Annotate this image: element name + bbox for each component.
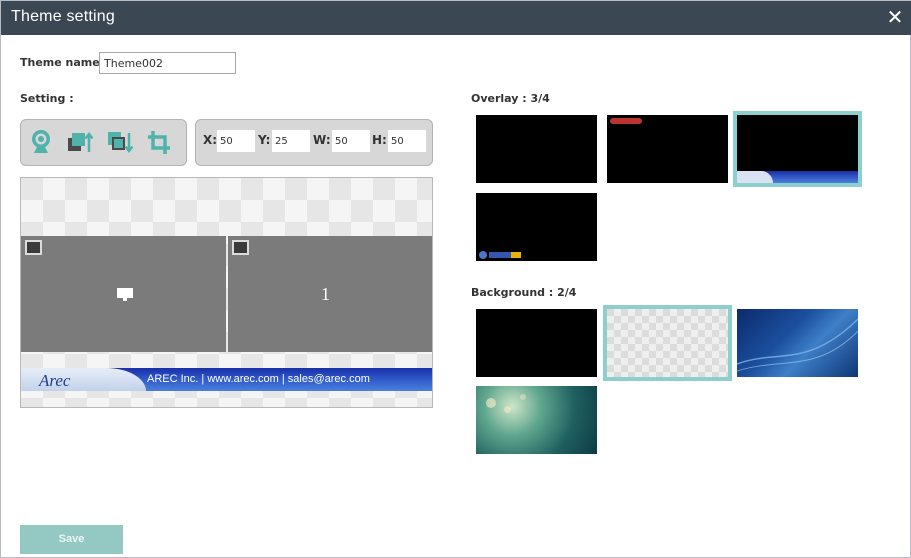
overlay-thumb-3[interactable] — [733, 111, 862, 187]
y-label: Y: — [258, 133, 271, 147]
theme-setting-dialog: Theme setting ✕ Theme name : Setting : — [0, 0, 911, 558]
background-thumb-2[interactable] — [603, 305, 732, 381]
arec-logo: Arec — [39, 371, 71, 390]
w-label: W: — [313, 133, 331, 147]
background-thumb-1[interactable] — [476, 309, 597, 377]
x-input[interactable] — [217, 130, 255, 152]
overlay-thumb-2[interactable] — [607, 115, 728, 183]
preview-window-1[interactable] — [21, 236, 226, 352]
layer-toolbox — [20, 119, 187, 166]
window-handle-icon[interactable] — [232, 240, 249, 255]
close-icon[interactable]: ✕ — [884, 6, 906, 28]
theme-name-label: Theme name : — [20, 56, 108, 69]
window-number: 1 — [321, 284, 330, 304]
overlay-thumb-4[interactable] — [476, 193, 597, 261]
background-thumb-4[interactable] — [476, 386, 597, 454]
window-handle-icon[interactable] — [25, 240, 42, 255]
overlay-thumb-1[interactable] — [476, 115, 597, 183]
footer-contact-text: AREC Inc. | www.arec.com | sales@arec.co… — [147, 373, 370, 385]
overlay-label: Overlay : 3/4 — [471, 92, 550, 105]
x-label: X: — [203, 133, 218, 147]
position-size-box: X: Y: W: H: — [195, 119, 433, 166]
titlebar: Theme setting ✕ — [1, 1, 911, 35]
background-thumb-3[interactable] — [737, 309, 858, 377]
send-to-back-icon[interactable] — [105, 128, 134, 156]
monitor-icon — [117, 287, 133, 306]
webcam-icon[interactable] — [27, 128, 55, 156]
bring-to-front-icon[interactable] — [65, 128, 94, 156]
h-label: H: — [372, 133, 387, 147]
setting-label: Setting : — [20, 92, 74, 105]
h-input[interactable] — [388, 130, 426, 152]
background-label: Background : 2/4 — [471, 286, 577, 299]
y-input[interactable] — [272, 130, 310, 152]
layout-preview: 1 Arec AREC Inc. | www.arec.com | sales@… — [20, 177, 433, 408]
crop-icon[interactable] — [145, 128, 173, 156]
overlay-tag-icon — [610, 118, 642, 124]
save-button[interactable]: Save — [20, 525, 123, 554]
preview-window-2[interactable]: 1 — [228, 236, 432, 352]
theme-name-input[interactable] — [99, 52, 236, 74]
w-input[interactable] — [332, 130, 370, 152]
dialog-title: Theme setting — [11, 8, 115, 25]
